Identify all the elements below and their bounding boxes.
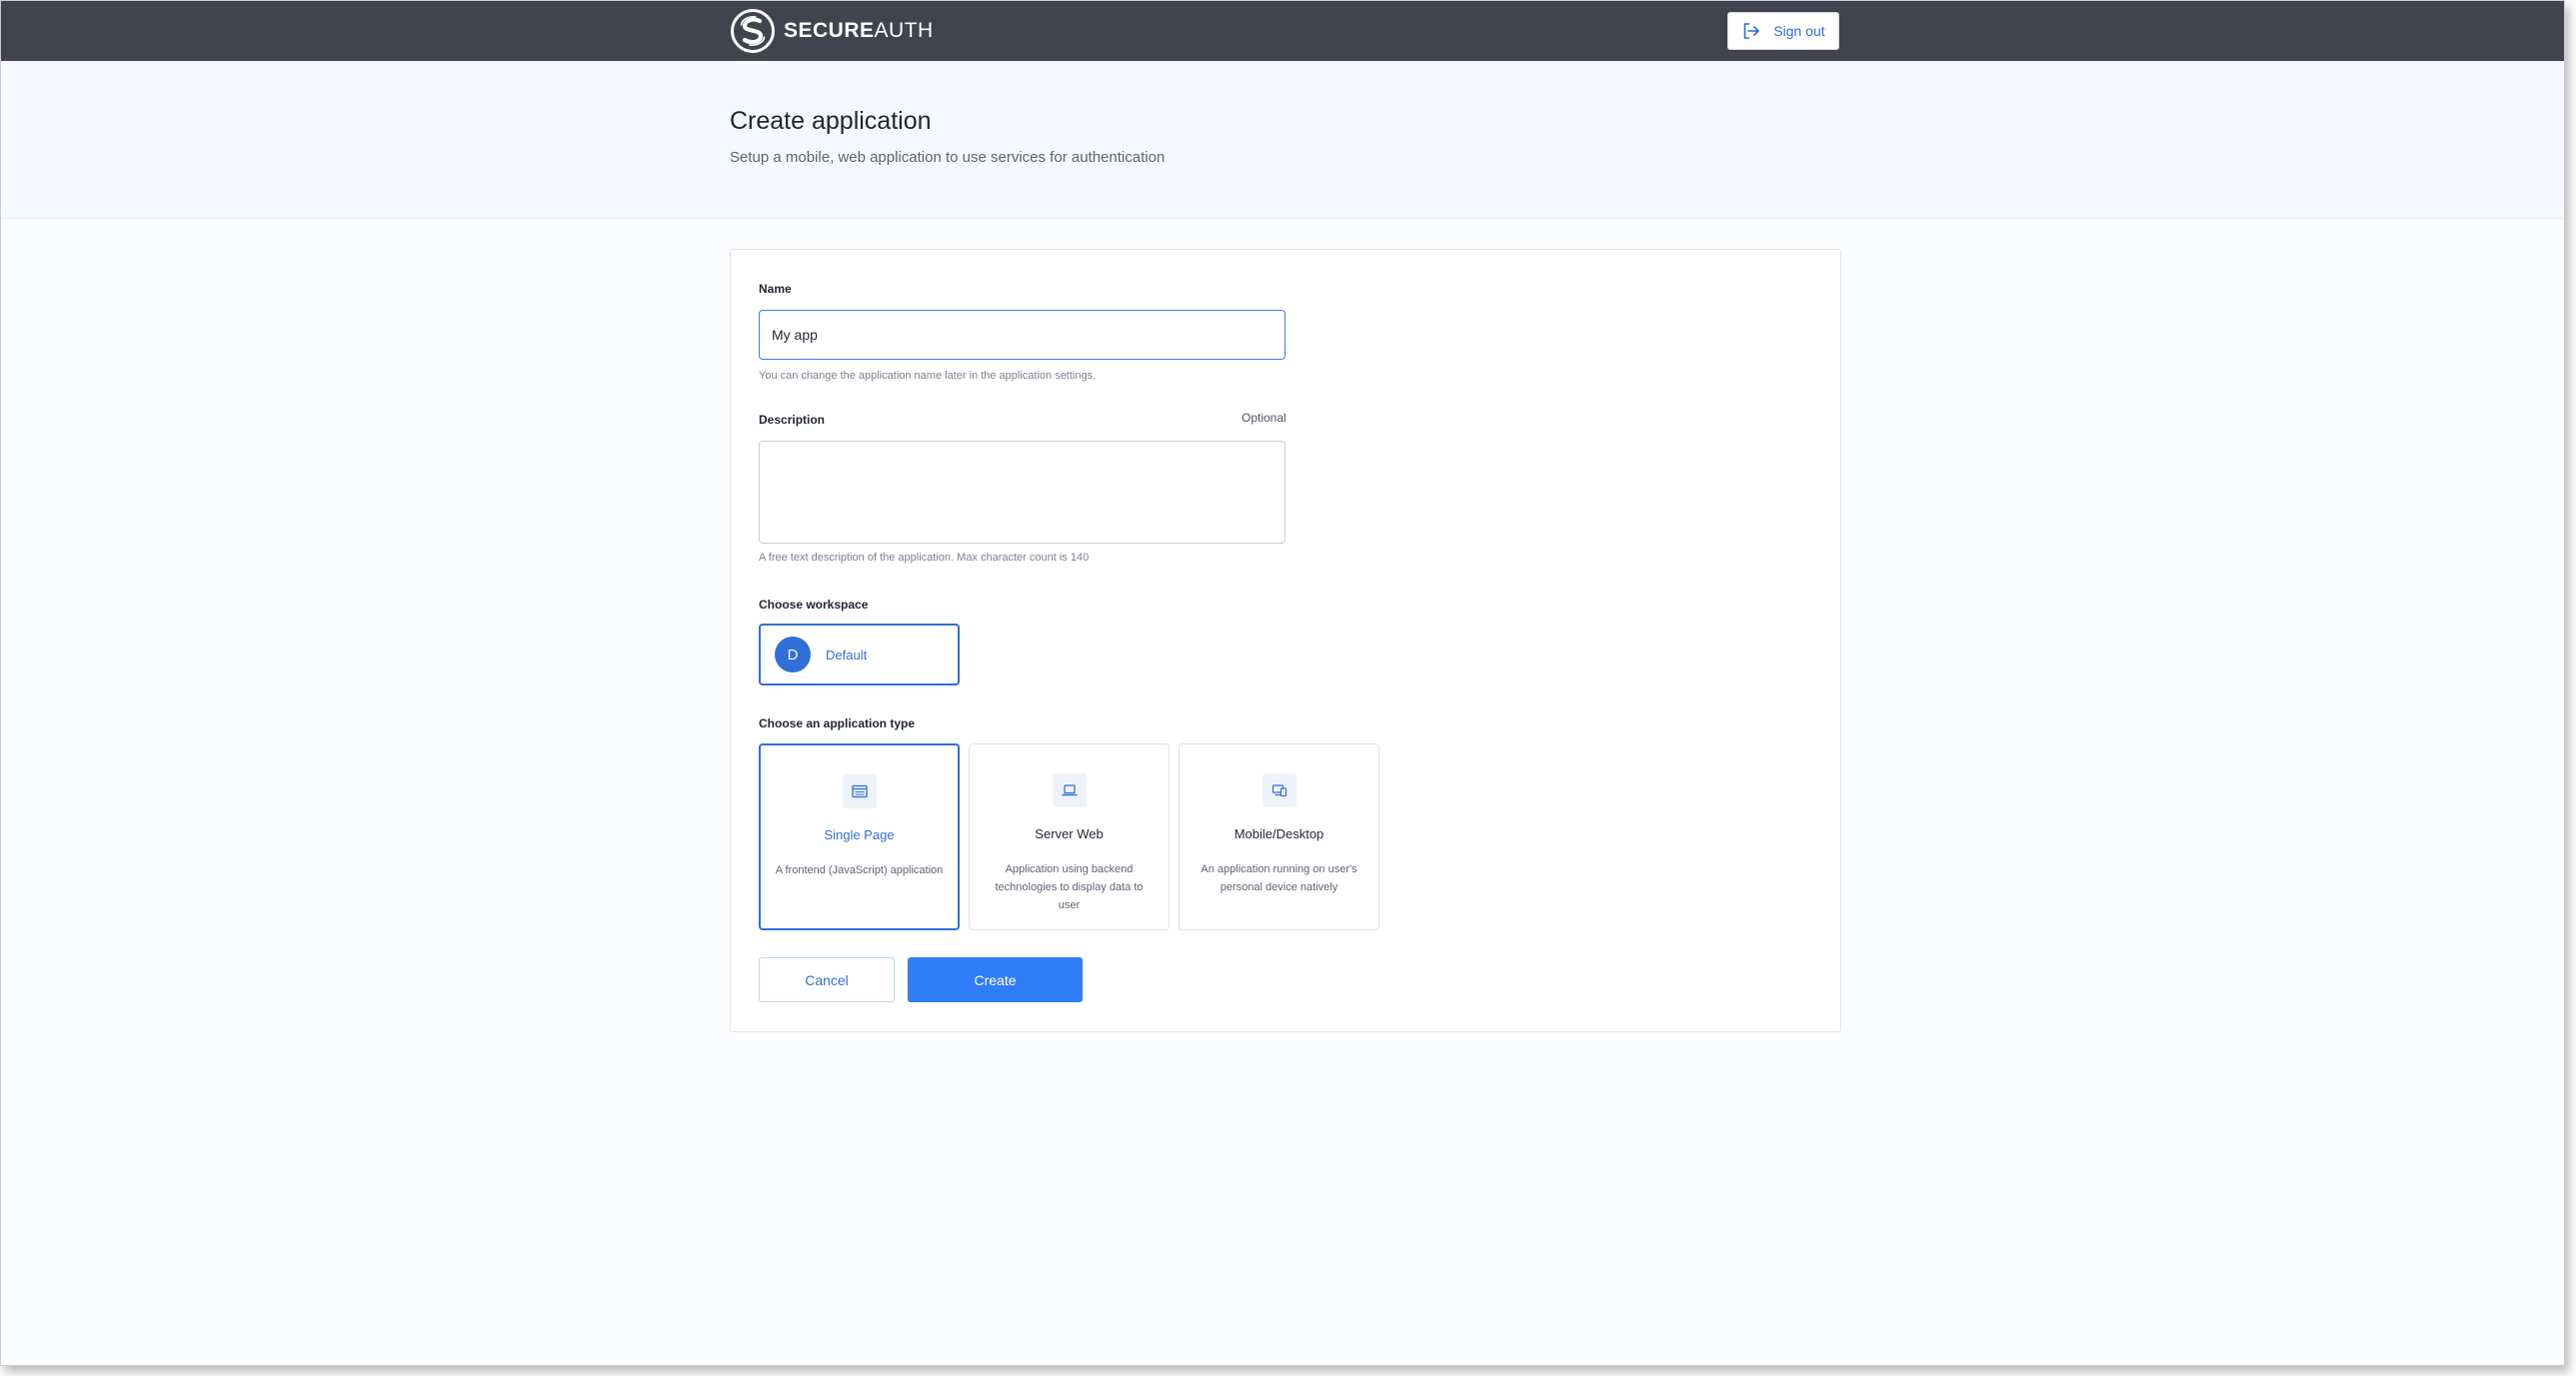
browser-window-icon	[842, 774, 877, 808]
app-type-mobile-desktop[interactable]: Mobile/Desktop An application running on…	[1179, 743, 1379, 930]
app-type-label: Choose an application type	[759, 716, 916, 730]
laptop-icon	[1052, 773, 1087, 807]
sign-out-icon	[1744, 23, 1760, 39]
workspace-label: Choose workspace	[759, 598, 869, 612]
sign-out-button[interactable]: Sign out	[1727, 12, 1839, 50]
workspace-name: Default	[826, 647, 868, 663]
name-label: Name	[759, 282, 792, 296]
app-type-title: Single Page	[824, 827, 895, 842]
app-type-single-page[interactable]: Single Page A frontend (JavaScript) appl…	[759, 743, 960, 930]
workspace-avatar: D	[775, 637, 811, 673]
app-type-title: Server Web	[1035, 826, 1104, 841]
brand-logo[interactable]: SECUREAUTH	[730, 8, 934, 54]
sign-out-label: Sign out	[1773, 23, 1825, 39]
app-type-description: Application using backend technologies t…	[995, 863, 1144, 911]
name-input[interactable]	[759, 310, 1286, 360]
app-type-title: Mobile/Desktop	[1234, 826, 1324, 841]
app-window: SECUREAUTH Sign out Create application S…	[0, 0, 2565, 1366]
name-helper-text: You can change the application name late…	[759, 370, 1097, 382]
app-type-server-web[interactable]: Server Web Application using backend tec…	[969, 743, 1170, 930]
app-type-description: A frontend (JavaScript) application	[775, 864, 944, 876]
page-header: Create application Setup a mobile, web a…	[1, 61, 2564, 219]
app-type-description: An application running on user's persona…	[1201, 863, 1357, 893]
description-textarea[interactable]	[759, 441, 1286, 544]
top-bar: SECUREAUTH Sign out	[1, 1, 2564, 61]
description-helper-text: A free text description of the applicati…	[759, 552, 1090, 564]
devices-icon	[1262, 773, 1296, 807]
create-button[interactable]: Create	[908, 957, 1083, 1002]
cancel-button[interactable]: Cancel	[759, 957, 895, 1002]
page-subtitle: Setup a mobile, web application to use s…	[730, 149, 1166, 166]
description-optional-tag: Optional	[1242, 411, 1287, 425]
secureauth-logo-icon	[731, 9, 775, 53]
workspace-option-default[interactable]: D Default	[759, 624, 960, 686]
create-application-form: Name You can change the application name…	[730, 249, 1841, 1032]
description-label: Description	[759, 413, 826, 427]
page-title: Create application	[730, 107, 932, 135]
brand-name: SECUREAUTH	[784, 19, 934, 42]
